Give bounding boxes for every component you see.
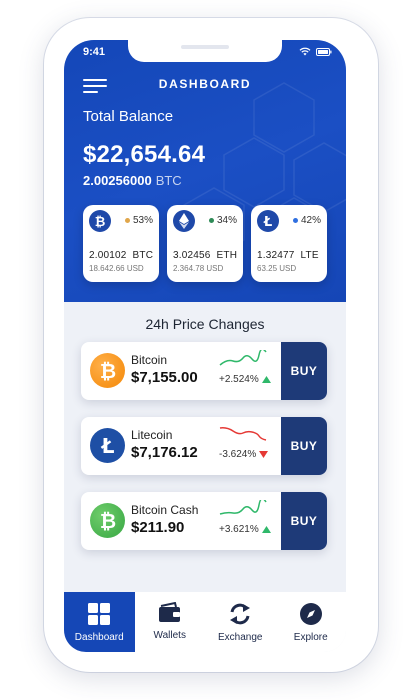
legend-dot <box>208 218 214 223</box>
wallet-unit: BTC <box>132 250 154 261</box>
price-changes-title: 24h Price Changes <box>145 316 265 332</box>
wallet-usd: 18.642.66 USD <box>89 264 144 273</box>
wallet-amount-value: 2.00102 <box>89 250 127 261</box>
ethereum-icon <box>173 210 195 232</box>
bitcoin-icon: ₿ <box>89 210 111 232</box>
wallet-percent: 53% <box>124 215 153 226</box>
wallet-amount-value: 1.32477 <box>257 250 295 261</box>
buy-button[interactable]: BUY <box>281 492 327 550</box>
status-icons <box>299 47 332 56</box>
coin-name: Bitcoin <box>131 353 168 367</box>
coin-name: Litecoin <box>131 428 173 442</box>
sparkline-up <box>219 500 267 515</box>
arrow-down-icon <box>259 451 269 458</box>
price-change: +2.524% <box>219 374 271 385</box>
price-card-litecoin[interactable]: Ł Litecoin $7,176.12 -3.624% BUY <box>81 417 327 475</box>
price-card-bitcoin-cash[interactable]: ₿ Bitcoin Cash $211.90 +3.621% BUY <box>81 492 327 550</box>
legend-dot <box>124 218 130 223</box>
compass-icon <box>299 603 322 625</box>
wallet-unit: LTE <box>300 250 319 261</box>
btc-amount: 2.00256000 <box>83 173 152 188</box>
buy-button[interactable]: BUY <box>281 417 327 475</box>
price-card-bitcoin[interactable]: ₿ Bitcoin $7,155.00 +2.524% BUY <box>81 342 327 400</box>
wallet-usd: 63.25 USD <box>257 264 297 273</box>
svg-text:₿: ₿ <box>95 215 106 228</box>
wallet-card-bitcoin[interactable]: ₿ 53% 2.00102 BTC 18.642.66 USD <box>83 205 159 282</box>
wallet-unit: ETH <box>216 250 238 261</box>
battery-icon <box>316 47 332 56</box>
wallet-amount-value: 3.02456 <box>173 250 211 261</box>
wallet-percent-value: 42% <box>300 215 321 226</box>
total-balance-btc: 2.00256000 BTC <box>83 173 182 188</box>
legend-dot <box>292 218 298 223</box>
tab-label: Explore <box>293 632 328 643</box>
bitcoin-icon: ₿ <box>90 353 125 388</box>
wifi-icon <box>299 47 311 56</box>
exchange-icon <box>230 603 251 625</box>
wallet-amount: 3.02456 ETH <box>173 250 237 261</box>
wallet-percent-value: 34% <box>216 215 237 226</box>
svg-text:Ł: Ł <box>100 435 114 457</box>
wallet-usd: 2.364.78 USD <box>173 264 224 273</box>
litecoin-icon: Ł <box>90 428 125 463</box>
price-change: -3.624% <box>219 449 269 460</box>
app-screen: 9:41 DASHBOARD Total Balance $22,654.64 … <box>64 40 346 652</box>
tab-exchange[interactable]: Exchange <box>205 592 276 652</box>
coin-price: $7,176.12 <box>131 444 198 461</box>
status-time: 9:41 <box>83 46 106 58</box>
tab-dashboard[interactable]: Dashboard <box>64 592 135 652</box>
wallet-card-ethereum[interactable]: 34% 3.02456 ETH 2.364.78 USD <box>167 205 243 282</box>
price-change-value: +3.621% <box>219 524 259 535</box>
wallet-icon <box>158 602 180 622</box>
wallet-percent-value: 53% <box>132 215 153 226</box>
wallet-percent: 42% <box>292 215 321 226</box>
svg-text:₿: ₿ <box>99 360 115 382</box>
buy-button[interactable]: BUY <box>281 342 327 400</box>
wallet-card-litecoin[interactable]: Ł 42% 1.32477 LTE 63.25 USD <box>251 205 327 282</box>
grid-icon <box>88 603 111 625</box>
arrow-up-icon <box>261 376 271 383</box>
wallet-amount: 1.32477 LTE <box>257 250 319 261</box>
tab-label: Dashboard <box>74 632 124 643</box>
arrow-up-icon <box>261 526 271 533</box>
wallet-amount: 2.00102 BTC <box>89 250 153 261</box>
coin-price: $211.90 <box>131 519 185 536</box>
page-title: DASHBOARD <box>158 77 252 91</box>
sparkline-down <box>219 427 267 441</box>
svg-text:Ł: Ł <box>263 215 272 228</box>
coin-name: Bitcoin Cash <box>131 503 199 517</box>
tab-label: Wallets <box>153 630 186 641</box>
svg-text:₿: ₿ <box>99 510 115 532</box>
total-balance-label: Total Balance <box>83 108 174 125</box>
tab-wallets[interactable]: Wallets <box>135 592 206 652</box>
price-change-value: -3.624% <box>219 449 257 460</box>
sparkline-up <box>219 350 267 366</box>
tab-label: Exchange <box>218 632 263 643</box>
total-balance-usd: $22,654.64 <box>83 141 206 168</box>
price-change-value: +2.524% <box>219 374 259 385</box>
bitcoin-cash-icon: ₿ <box>90 503 125 538</box>
tab-explore[interactable]: Explore <box>276 592 347 652</box>
wallet-percent: 34% <box>208 215 237 226</box>
price-change: +3.621% <box>219 524 271 535</box>
device-notch <box>128 40 282 62</box>
btc-unit: BTC <box>155 173 182 188</box>
speaker-grille <box>181 45 229 49</box>
tab-bar: Dashboard Wallets Exchange Explore <box>64 592 346 652</box>
coin-price: $7,155.00 <box>131 369 198 386</box>
litecoin-icon: Ł <box>257 210 279 232</box>
